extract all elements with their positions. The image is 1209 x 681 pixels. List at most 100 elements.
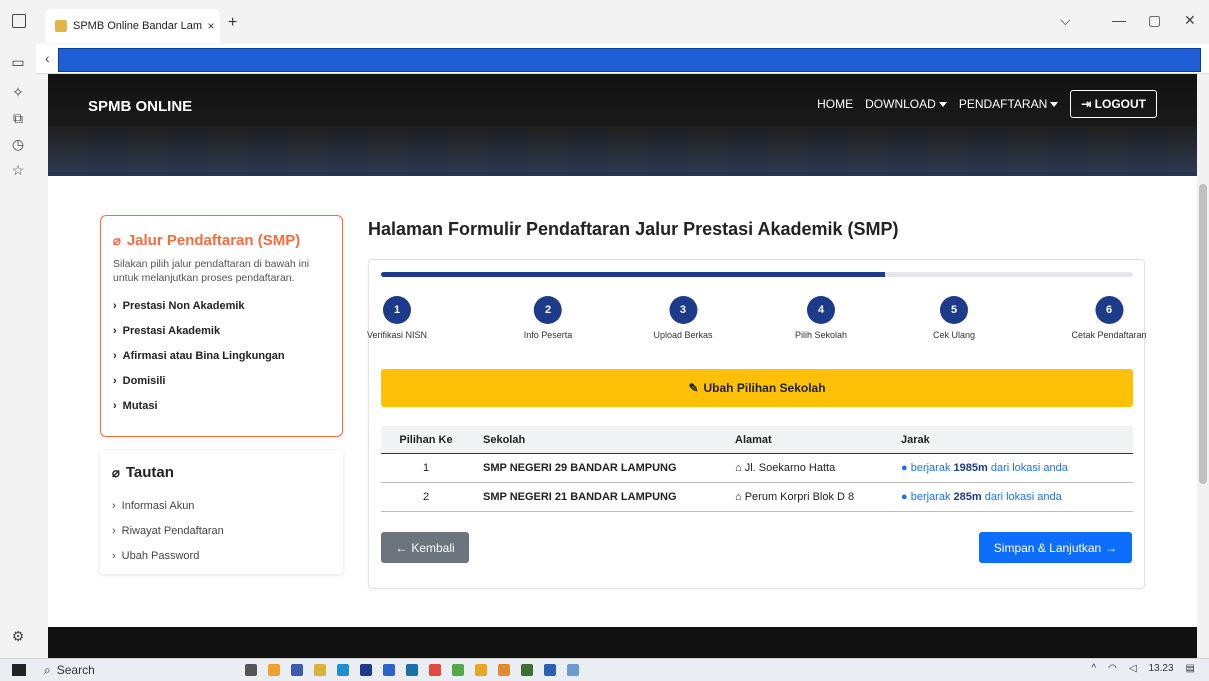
progress-bar	[381, 272, 1133, 277]
settings-icon[interactable]: ⚙	[10, 628, 26, 644]
notification-icon[interactable]: ▤	[1186, 663, 1195, 674]
volume-icon[interactable]: ◁	[1129, 663, 1137, 674]
edge-icon[interactable]	[337, 664, 349, 676]
history-icon[interactable]: ◷	[10, 136, 26, 152]
jalur-pendaftaran-card: ⌀ Jalur Pendaftaran (SMP) Silakan pilih j…	[100, 215, 343, 437]
step-5: 5 Cek Ulang	[933, 296, 975, 340]
chevron-right-icon: ›	[112, 499, 116, 512]
tautan-item-informasi-akun[interactable]: › Informasi Akun	[112, 493, 331, 518]
tautan-item-riwayat[interactable]: › Riwayat Pendaftaran	[112, 518, 331, 543]
chevron-right-icon: ›	[112, 549, 116, 562]
favicon-icon	[55, 20, 67, 32]
step-indicator: 1 Verifikasi NISN 2 Info Peserta 3 Upload Ber…	[367, 296, 1147, 346]
network-icon[interactable]: ◠	[1108, 663, 1117, 674]
jarak-value: 285m	[953, 491, 982, 503]
maximize-button[interactable]: ▢	[1148, 12, 1161, 29]
tab-title: SPMB Online Bandar Lampung	[73, 20, 202, 32]
main-nav: HOME DOWNLOAD PENDAFTARAN ⇥ LOGOUT	[817, 90, 1157, 118]
cell-sekolah: SMP NEGERI 21 BANDAR LAMPUNG	[483, 491, 677, 503]
clock[interactable]: 13.23	[1149, 663, 1174, 674]
jalur-item-prestasi-non-akademik[interactable]: › Prestasi Non Akademik	[113, 293, 330, 318]
cell-jarak: ● berjarak 285m dari lokasi anda	[889, 491, 1133, 503]
close-window-button[interactable]: ✕	[1184, 12, 1196, 29]
logout-icon: ⇥	[1081, 97, 1092, 111]
collections-icon[interactable]: ⧉	[10, 110, 26, 126]
logout-label: LOGOUT	[1094, 97, 1146, 111]
jalur-item-label: Domisili	[122, 374, 166, 387]
map-marker-icon: ●	[901, 462, 908, 474]
jarak-suffix: dari lokasi anda	[987, 462, 1068, 474]
tautan-item-ubah-password[interactable]: › Ubah Password	[112, 543, 331, 568]
step-number: 6	[1095, 296, 1123, 324]
link-icon: ⌀	[113, 232, 121, 248]
ubah-pilihan-sekolah-button[interactable]: ✎ Ubah Pilihan Sekolah	[381, 369, 1133, 407]
school-choice-table: Pilihan Ke Sekolah Alamat Jarak 1 SMP NE…	[381, 426, 1133, 512]
word-icon[interactable]	[544, 664, 556, 676]
page-viewport: SPMB ONLINE HOME DOWNLOAD PENDAFTARAN ⇥ …	[48, 74, 1197, 658]
tautan-card-title: Tautan	[125, 464, 174, 481]
jalur-item-afirmasi[interactable]: › Afirmasi atau Bina Lingkungan	[113, 343, 330, 368]
step-number: 3	[668, 296, 697, 324]
windows-start-icon[interactable]	[12, 664, 26, 676]
step-label: Cek Ulang	[932, 330, 976, 340]
tab-close-icon[interactable]: ×	[202, 19, 220, 33]
progress-bar-fill	[381, 272, 885, 277]
excel-icon[interactable]	[521, 664, 533, 676]
chevron-up-icon[interactable]: ^	[1091, 663, 1096, 674]
arrow-right-icon: →	[1105, 540, 1118, 555]
chevron-right-icon: ›	[113, 399, 117, 412]
app-icon[interactable]	[268, 664, 280, 676]
app-icon[interactable]	[291, 664, 303, 676]
search-icon: ⌕	[44, 662, 51, 677]
app-icon[interactable]	[360, 664, 372, 676]
site-brand[interactable]: SPMB ONLINE	[88, 98, 192, 115]
app-icon[interactable]	[383, 664, 395, 676]
minimize-button[interactable]: —	[1112, 12, 1126, 28]
copilot-icon[interactable]: ✧	[10, 84, 26, 100]
chevron-right-icon: ›	[113, 349, 117, 362]
cell-sekolah: SMP NEGERI 29 BANDAR LAMPUNG	[483, 462, 677, 474]
app-icon[interactable]	[406, 664, 418, 676]
browser-tab[interactable]: SPMB Online Bandar Lampung ×	[45, 9, 220, 43]
kembali-button[interactable]: ← Kembali	[381, 532, 469, 563]
jalur-item-mutasi[interactable]: › Mutasi	[113, 393, 330, 418]
task-view-icon[interactable]	[245, 664, 257, 676]
edit-icon: ✎	[688, 381, 699, 395]
logout-button[interactable]: ⇥ LOGOUT	[1070, 90, 1157, 118]
jalur-item-domisili[interactable]: › Domisili	[113, 368, 330, 393]
app-icon[interactable]	[452, 664, 464, 676]
simpan-lanjutkan-button[interactable]: Simpan & Lanjutkan →	[979, 532, 1132, 563]
step-number: 1	[383, 296, 411, 324]
col-jarak: Jarak	[901, 433, 930, 446]
back-arrow-icon[interactable]: ‹	[45, 50, 50, 66]
app-icon[interactable]	[567, 664, 579, 676]
jarak-prefix: berjarak	[910, 491, 954, 503]
jalur-item-label: Mutasi	[122, 399, 158, 412]
page-scrollbar[interactable]	[1197, 74, 1209, 658]
jalur-item-label: Prestasi Akademik	[122, 324, 221, 337]
nav-home[interactable]: HOME	[817, 97, 853, 111]
file-explorer-icon[interactable]	[314, 664, 326, 676]
tab-list-dropdown-icon[interactable]: ⌵	[1060, 12, 1071, 29]
jalur-item-prestasi-akademik[interactable]: › Prestasi Akademik	[113, 318, 330, 343]
system-tray: ^ ◠ ◁ 13.23 ▤	[1091, 663, 1195, 674]
step-1: 1 Verifikasi NISN	[367, 296, 427, 340]
app-icon[interactable]	[429, 664, 441, 676]
step-2: 2 Info Peserta	[524, 296, 572, 340]
nav-pendaftaran[interactable]: PENDAFTARAN	[959, 97, 1059, 111]
cell-jarak: ● berjarak 1985m dari lokasi anda	[889, 462, 1133, 474]
chrome-icon[interactable]	[475, 664, 487, 676]
link-icon: ⌀	[112, 464, 120, 480]
tautan-card-header: ⌀ Tautan	[112, 464, 331, 481]
new-tab-button[interactable]: +	[228, 14, 237, 32]
sidebar-toggle-icon[interactable]: ▭	[10, 54, 26, 70]
cell-alamat: ⌂ Perum Korpri Blok D 8	[723, 491, 889, 503]
scrollbar-thumb[interactable]	[1199, 184, 1207, 484]
favorites-icon[interactable]: ☆	[10, 162, 26, 178]
address-bar[interactable]	[58, 48, 1201, 72]
app-icon[interactable]	[498, 664, 510, 676]
taskbar-search[interactable]: ⌕ Search	[44, 663, 95, 678]
jarak-value: 1985m	[953, 462, 988, 474]
nav-download[interactable]: DOWNLOAD	[865, 97, 947, 111]
tab-actions-icon[interactable]	[12, 14, 26, 28]
